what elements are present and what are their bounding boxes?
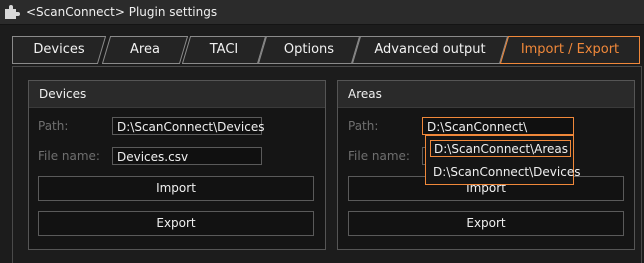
- path-suggestions-dropdown: D:\ScanConnect\Areas D:\ScanConnect\Devi…: [425, 135, 580, 185]
- tab-label: Import / Export: [520, 42, 620, 57]
- devices-filename-label: File name:: [38, 149, 100, 163]
- tab-options[interactable]: Options: [258, 36, 360, 64]
- devices-group-title: Devices: [29, 81, 325, 108]
- tab-label: Devices: [33, 42, 85, 57]
- tab-strip: Devices Area TACI Options Advanced outpu…: [0, 36, 644, 64]
- devices-export-button[interactable]: Export: [38, 211, 314, 236]
- areas-path-input[interactable]: D:\ScanConnect\: [422, 117, 574, 135]
- devices-filename-input[interactable]: Devices.csv: [112, 147, 262, 165]
- tab-advanced-output[interactable]: Advanced output: [352, 36, 508, 64]
- tab-devices[interactable]: Devices: [12, 36, 106, 64]
- tab-taci[interactable]: TACI: [182, 36, 266, 64]
- tab-label: Area: [130, 42, 160, 57]
- title-bar: <ScanConnect> Plugin settings: [0, 0, 644, 25]
- tab-label: TACI: [209, 42, 239, 57]
- tab-label: Advanced output: [374, 42, 486, 57]
- tab-area[interactable]: Area: [102, 36, 188, 64]
- devices-path-label: Path:: [38, 119, 69, 133]
- tab-label: Options: [283, 42, 335, 57]
- window-title: <ScanConnect> Plugin settings: [26, 5, 218, 19]
- areas-group-title: Areas: [338, 81, 634, 108]
- areas-path-label: Path:: [348, 119, 379, 133]
- devices-path-input[interactable]: D:\ScanConnect\Devices: [112, 117, 264, 135]
- areas-export-button[interactable]: Export: [348, 211, 624, 236]
- devices-import-button[interactable]: Import: [38, 176, 314, 201]
- suggestion-item-areas[interactable]: D:\ScanConnect\Areas: [430, 140, 571, 157]
- puzzle-icon: [4, 4, 20, 20]
- areas-filename-label: File name:: [348, 149, 410, 163]
- suggestion-item-devices[interactable]: D:\ScanConnect\Devices: [430, 164, 580, 181]
- tab-import-export[interactable]: Import / Export: [500, 36, 640, 64]
